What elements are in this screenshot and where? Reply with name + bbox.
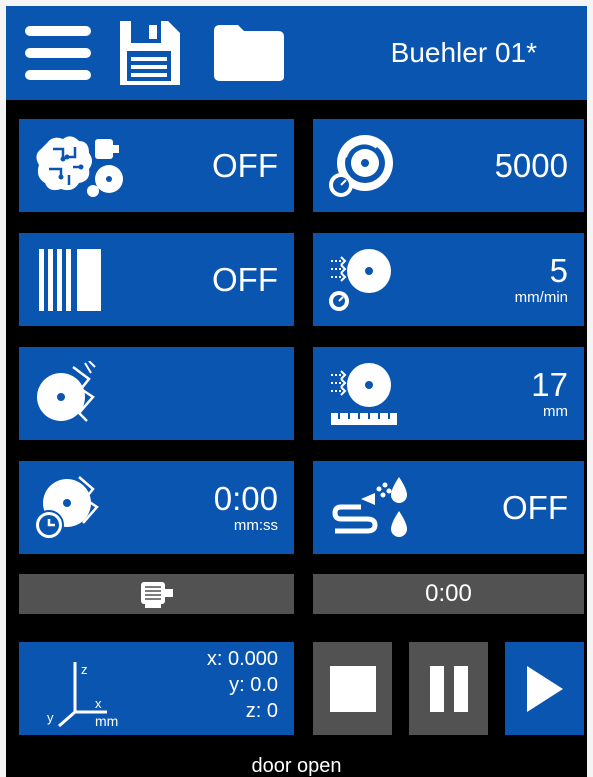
top-bar: Buehler 01* — [6, 6, 587, 100]
position-tile[interactable]: z x y mm x: 0.000 y: 0.0 z: 0 — [19, 642, 294, 735]
brain-motor-icon — [36, 136, 123, 197]
axes-icon: z x y mm — [47, 662, 118, 728]
cut-time-unit: mm:ss — [233, 516, 278, 534]
cut-mode-tile[interactable] — [19, 347, 294, 440]
stop-button[interactable] — [313, 642, 392, 735]
feed-rate-value: 5 — [549, 251, 568, 289]
app-window: Buehler 01* OFF 5000 OFF 5 mm/min 17 mm … — [6, 6, 587, 777]
timer-value: 0:00 — [425, 580, 472, 607]
floppy-disk-save-icon[interactable] — [114, 18, 184, 88]
timer-bar: 0:00 — [313, 574, 584, 614]
coolant-spray-icon — [332, 477, 407, 537]
cut-depth-tile[interactable]: 17 mm — [313, 347, 584, 440]
saw-blade-timer-icon — [34, 476, 99, 540]
folder-open-icon[interactable] — [210, 18, 288, 88]
smart-mode-value: OFF — [212, 146, 278, 184]
pause-button[interactable] — [409, 642, 488, 735]
status-text: door open — [251, 755, 342, 777]
feed-rate-unit: mm/min — [514, 288, 568, 306]
cut-depth-icon — [331, 363, 397, 425]
motor-icon — [140, 582, 173, 608]
axis-y-label: y — [47, 710, 54, 725]
stop-icon — [329, 665, 376, 712]
barcode-value: OFF — [212, 260, 278, 298]
feed-rate-icon — [329, 249, 391, 311]
barcode-tile[interactable]: OFF — [19, 233, 294, 326]
cut-depth-value: 17 — [531, 365, 568, 403]
barcode-icon — [39, 249, 101, 311]
smart-mode-tile[interactable]: OFF — [19, 119, 294, 212]
cut-depth-unit: mm — [543, 402, 568, 420]
pause-icon — [429, 665, 468, 712]
speed-value: 5000 — [494, 146, 568, 184]
coolant-tile[interactable]: OFF — [313, 461, 584, 554]
motor-status-bar — [19, 574, 294, 614]
speed-tile[interactable]: 5000 — [313, 119, 584, 212]
axis-x-label: x — [95, 696, 102, 711]
position-unit: mm — [95, 713, 118, 728]
cut-time-value: 0:00 — [213, 479, 278, 517]
rotation-speed-icon — [329, 135, 393, 197]
position-z: z: 0 — [245, 700, 278, 722]
position-y: y: 0.0 — [229, 674, 278, 696]
hamburger-menu-icon[interactable] — [20, 18, 96, 88]
play-icon — [526, 665, 563, 712]
play-button[interactable] — [505, 642, 584, 735]
machine-title[interactable]: Buehler 01* — [391, 6, 537, 100]
feed-rate-tile[interactable]: 5 mm/min — [313, 233, 584, 326]
cut-time-tile[interactable]: 0:00 mm:ss — [19, 461, 294, 554]
coolant-value: OFF — [502, 488, 568, 526]
position-x: x: 0.000 — [206, 648, 278, 670]
saw-blade-cut-icon — [37, 361, 96, 422]
axis-z-label: z — [81, 662, 88, 677]
